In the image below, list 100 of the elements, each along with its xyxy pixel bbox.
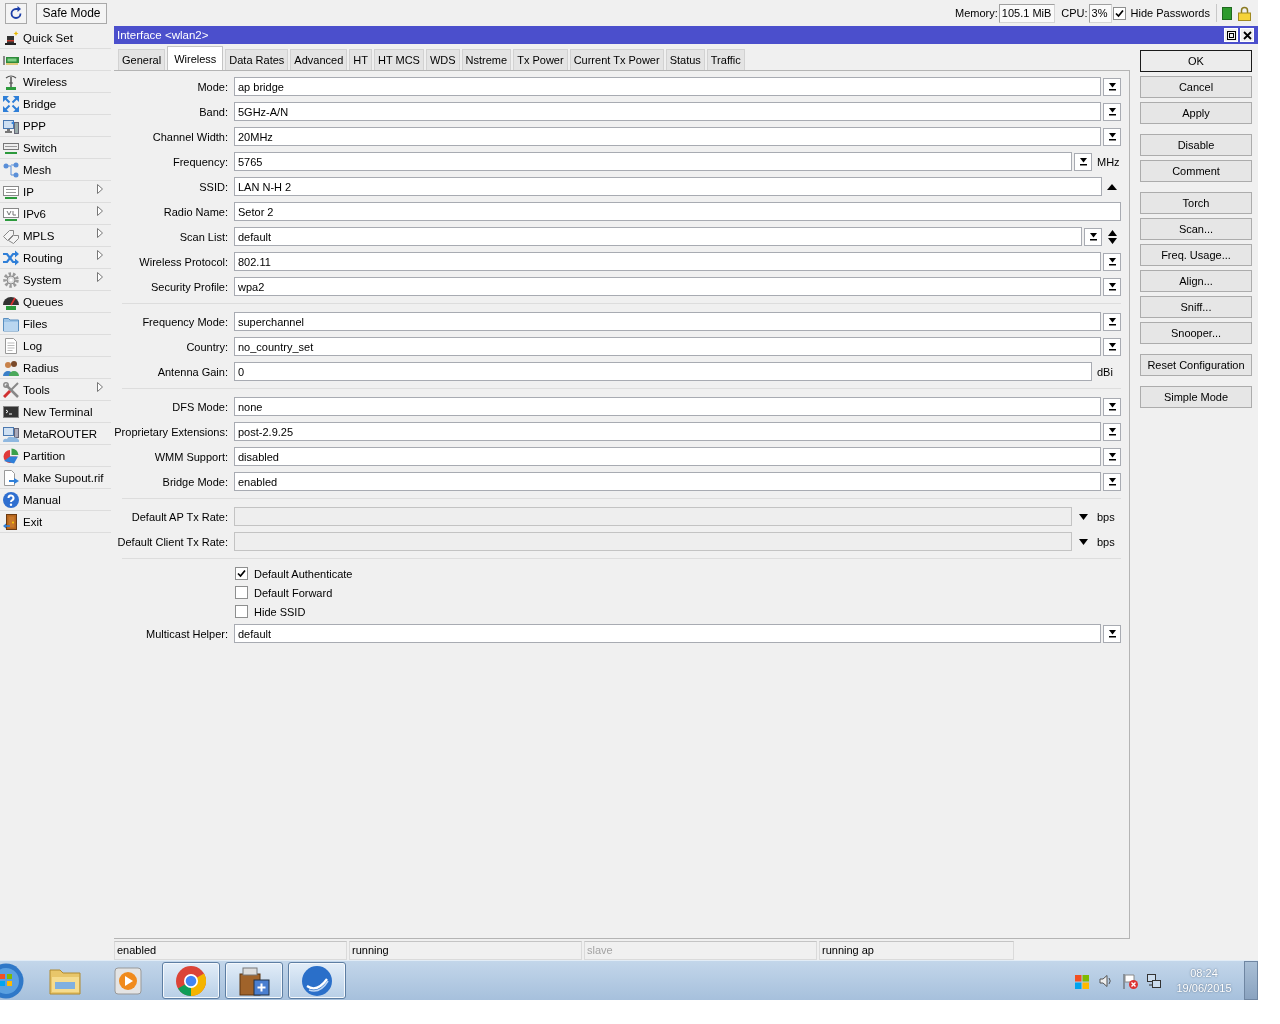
- dropdown-field[interactable]: enabled: [234, 472, 1101, 491]
- taskbar-button[interactable]: [225, 962, 283, 999]
- sidebar-item[interactable]: Files: [0, 313, 111, 335]
- text-field[interactable]: Setor 2: [234, 202, 1121, 221]
- close-button[interactable]: [1240, 28, 1254, 42]
- caret-down-icon[interactable]: [1078, 513, 1088, 520]
- dropdown-field[interactable]: post-2.9.25: [234, 422, 1101, 441]
- snooper-button[interactable]: Snooper...: [1140, 322, 1252, 344]
- sidebar-item[interactable]: Exit: [0, 511, 111, 533]
- sidebar-item[interactable]: Wireless: [0, 71, 111, 93]
- speaker-icon[interactable]: [1098, 972, 1114, 989]
- torch-button[interactable]: Torch: [1140, 192, 1252, 214]
- dropdown-field[interactable]: wpa2: [234, 277, 1101, 296]
- align-button[interactable]: Align...: [1140, 270, 1252, 292]
- sidebar-item[interactable]: Tools: [0, 379, 111, 401]
- dropdown-button[interactable]: [1103, 77, 1121, 96]
- dropdown-field[interactable]: 802.11: [234, 252, 1101, 271]
- dropdown-button[interactable]: [1074, 152, 1092, 171]
- up-down-arrows-icon[interactable]: [1107, 229, 1117, 244]
- dropdown-button[interactable]: [1103, 472, 1121, 491]
- dropdown-field[interactable]: ap bridge: [234, 77, 1101, 96]
- sidebar-item[interactable]: Routing: [0, 247, 111, 269]
- reset-configuration-button[interactable]: Reset Configuration: [1140, 354, 1252, 376]
- network-icon[interactable]: [1146, 972, 1162, 989]
- dropdown-button[interactable]: [1103, 422, 1121, 441]
- dropdown-button[interactable]: [1103, 277, 1121, 296]
- disable-button[interactable]: Disable: [1140, 134, 1252, 156]
- sidebar-item[interactable]: System: [0, 269, 111, 291]
- tab[interactable]: Status: [665, 49, 705, 70]
- sidebar-item[interactable]: Partition: [0, 445, 111, 467]
- dropdown-button[interactable]: [1103, 127, 1121, 146]
- text-field[interactable]: LAN N-H 2: [234, 177, 1102, 196]
- sidebar-item[interactable]: Quick Set: [0, 27, 111, 49]
- checkbox[interactable]: [235, 567, 248, 580]
- simple-mode-button[interactable]: Simple Mode: [1140, 386, 1252, 408]
- comment-button[interactable]: Comment: [1140, 160, 1252, 182]
- tab[interactable]: HT: [349, 49, 372, 70]
- tab[interactable]: Nstreme: [461, 49, 512, 70]
- dropdown-button[interactable]: [1103, 447, 1121, 466]
- tab[interactable]: Data Rates: [225, 49, 289, 70]
- dropdown-field[interactable]: 20MHz: [234, 127, 1101, 146]
- tab[interactable]: Traffic: [706, 49, 745, 70]
- cancel-button[interactable]: Cancel: [1140, 76, 1252, 98]
- tab[interactable]: HT MCS: [373, 49, 424, 70]
- sidebar-item[interactable]: IPv6: [0, 203, 111, 225]
- tab[interactable]: Tx Power: [513, 49, 568, 70]
- sidebar-item[interactable]: Make Supout.rif: [0, 467, 111, 489]
- safe-mode-button[interactable]: Safe Mode: [36, 2, 107, 24]
- sidebar-item[interactable]: PPP: [0, 115, 111, 137]
- tab[interactable]: General: [118, 49, 166, 70]
- dropdown-field[interactable]: 5765: [234, 152, 1072, 171]
- sidebar-item[interactable]: New Terminal: [0, 401, 111, 423]
- tab[interactable]: Advanced: [290, 49, 348, 70]
- freq-usage-button[interactable]: Freq. Usage...: [1140, 244, 1252, 266]
- sidebar-item[interactable]: Log: [0, 335, 111, 357]
- dropdown-field[interactable]: none: [234, 397, 1101, 416]
- apply-button[interactable]: Apply: [1140, 102, 1252, 124]
- sidebar-item[interactable]: Radius: [0, 357, 111, 379]
- dropdown-field[interactable]: default: [234, 227, 1082, 246]
- sidebar-item[interactable]: MetaROUTER: [0, 423, 111, 445]
- tab[interactable]: Wireless: [167, 46, 224, 70]
- dropdown-button[interactable]: [1103, 337, 1121, 356]
- dropdown-field[interactable]: no_country_set: [234, 337, 1101, 356]
- arrows-icon: [3, 95, 19, 112]
- dropdown-button[interactable]: [1103, 252, 1121, 271]
- dropdown-field[interactable]: disabled: [234, 447, 1101, 466]
- restore-button[interactable]: [1224, 28, 1238, 42]
- checkbox[interactable]: [235, 605, 248, 618]
- dropdown-field[interactable]: default: [234, 624, 1101, 643]
- sidebar-item[interactable]: IP: [0, 181, 111, 203]
- sidebar-item[interactable]: Queues: [0, 291, 111, 313]
- ok-button[interactable]: OK: [1140, 50, 1252, 72]
- lock-icon: [1238, 5, 1251, 21]
- dropdown-button[interactable]: [1084, 227, 1102, 246]
- text-field[interactable]: 0: [234, 362, 1092, 381]
- checkbox[interactable]: [235, 586, 248, 599]
- checkbox[interactable]: [1112, 6, 1126, 20]
- taskbar-button[interactable]: [288, 962, 346, 999]
- dropdown-button[interactable]: [1103, 312, 1121, 331]
- dropdown-field[interactable]: 5GHz-A/N: [234, 102, 1101, 121]
- dropdown-button[interactable]: [1103, 624, 1121, 643]
- sidebar-item[interactable]: Bridge: [0, 93, 111, 115]
- flag-x-icon[interactable]: [1122, 972, 1138, 989]
- sniff-button[interactable]: Sniff...: [1140, 296, 1252, 318]
- field-label: Frequency Mode:: [141, 315, 229, 328]
- caret-down-icon[interactable]: [1078, 538, 1088, 545]
- taskbar-button[interactable]: [162, 962, 220, 999]
- dropdown-button[interactable]: [1103, 102, 1121, 121]
- sidebar-item[interactable]: Switch: [0, 137, 111, 159]
- sidebar-item[interactable]: Manual: [0, 489, 111, 511]
- caret-up-icon[interactable]: [1107, 183, 1117, 190]
- tab[interactable]: WDS: [425, 49, 460, 70]
- dropdown-field[interactable]: superchannel: [234, 312, 1101, 331]
- tab[interactable]: Current Tx Power: [569, 49, 664, 70]
- scan-button[interactable]: Scan...: [1140, 218, 1252, 240]
- sidebar-item[interactable]: MPLS: [0, 225, 111, 247]
- refresh-button[interactable]: [5, 2, 27, 24]
- sidebar-item[interactable]: Mesh: [0, 159, 111, 181]
- dropdown-button[interactable]: [1103, 397, 1121, 416]
- sidebar-item[interactable]: Interfaces: [0, 49, 111, 71]
